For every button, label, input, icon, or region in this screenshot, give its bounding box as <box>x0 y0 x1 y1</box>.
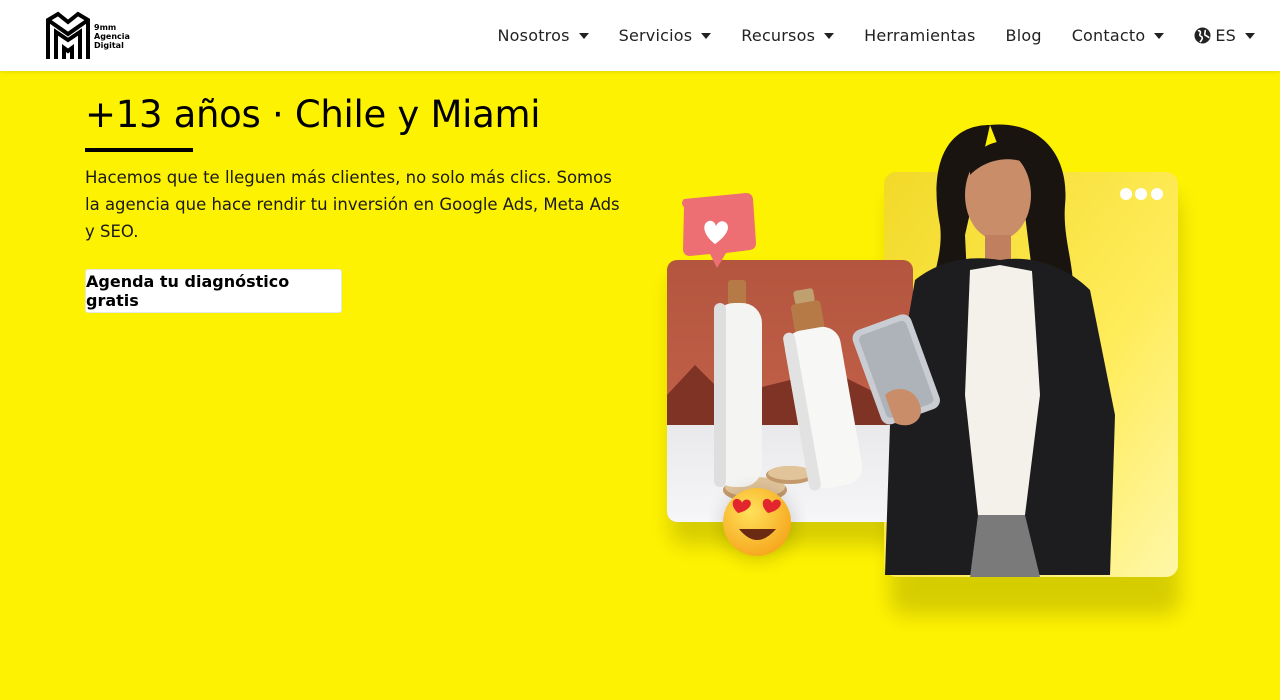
title-underline <box>85 148 193 152</box>
language-label: ES <box>1215 26 1236 45</box>
nav-blog[interactable]: Blog <box>991 26 1057 45</box>
cta-button[interactable]: Agenda tu diagnóstico gratis <box>85 269 342 313</box>
chevron-down-icon <box>578 32 589 39</box>
heart-chat-icon <box>682 193 756 268</box>
chevron-down-icon <box>1154 32 1165 39</box>
more-dots-icon <box>1120 188 1163 200</box>
logo-line-2: Agencia <box>94 31 130 41</box>
logo-mark-icon <box>46 11 90 59</box>
logo-link[interactable]: 9mm Agencia Digital <box>45 9 137 63</box>
main-nav: Nosotros Servicios Recursos Herramientas… <box>483 0 1255 71</box>
hero-illustration <box>667 124 1180 615</box>
nav-nosotros-label: Nosotros <box>497 26 570 45</box>
nav-herramientas-label: Herramientas <box>864 26 976 45</box>
nav-recursos[interactable]: Recursos <box>726 26 849 45</box>
chevron-down-icon <box>701 32 712 39</box>
site-header: 9mm Agencia Digital Nosotros Servicios R… <box>0 0 1280 71</box>
logo-line-3: Digital <box>94 40 124 50</box>
nav-nosotros[interactable]: Nosotros <box>483 26 604 45</box>
chevron-down-icon <box>1245 32 1255 39</box>
hero-title: +13 años · Chile y Miami <box>85 93 541 136</box>
language-selector[interactable]: ES <box>1179 26 1255 45</box>
globe-icon <box>1194 27 1211 44</box>
logo-text: 9mm Agencia Digital <box>94 23 130 50</box>
heart-eyes-emoji-icon <box>723 488 792 559</box>
logo-line-1: 9mm <box>94 22 117 32</box>
nav-servicios[interactable]: Servicios <box>604 26 727 45</box>
nav-servicios-label: Servicios <box>618 26 693 45</box>
nav-contacto-label: Contacto <box>1071 26 1146 45</box>
nav-herramientas[interactable]: Herramientas <box>849 26 990 45</box>
nav-contacto[interactable]: Contacto <box>1057 26 1180 45</box>
hero-description: Hacemos que te lleguen más clientes, no … <box>85 168 620 241</box>
nav-blog-label: Blog <box>1005 26 1042 45</box>
chevron-down-icon <box>824 32 835 39</box>
nav-recursos-label: Recursos <box>741 26 816 45</box>
